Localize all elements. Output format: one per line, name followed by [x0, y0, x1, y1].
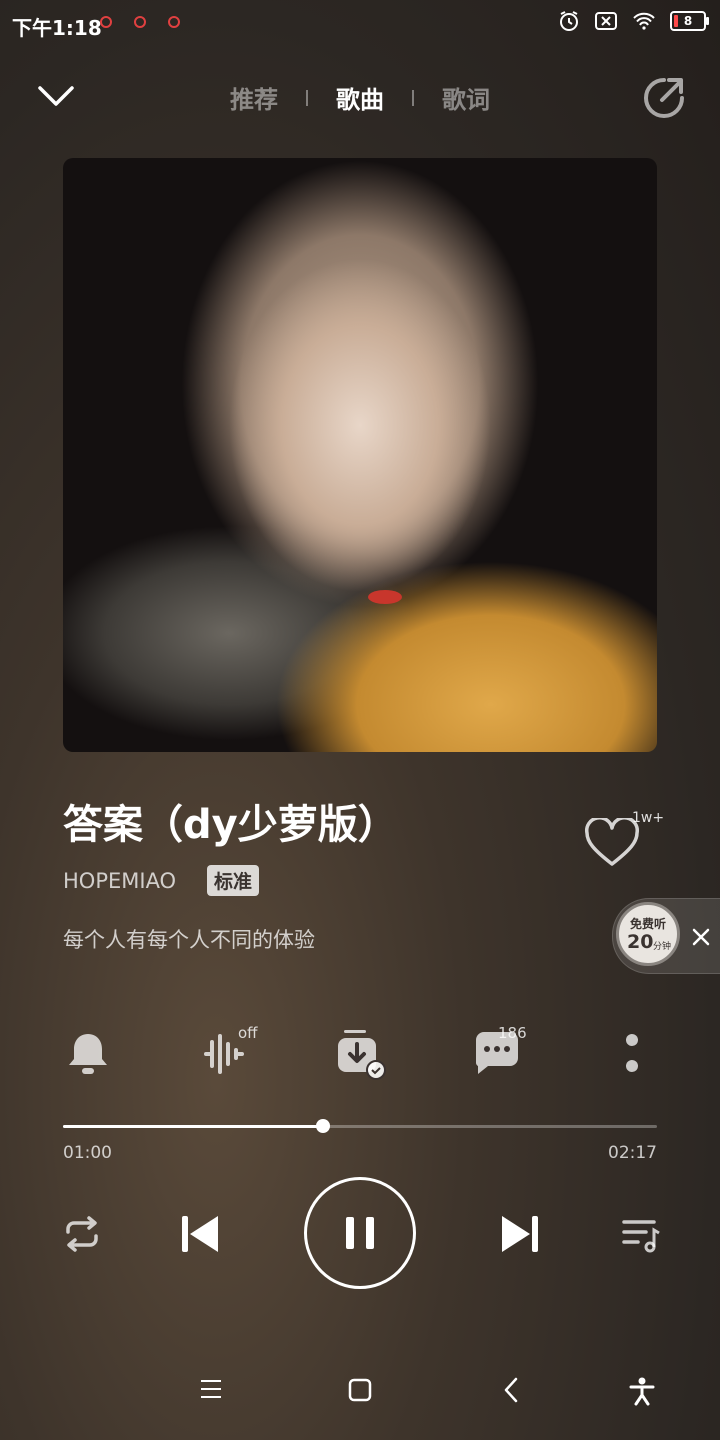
notification-icons	[100, 14, 180, 30]
like-count: 1w+	[632, 810, 665, 826]
share-icon[interactable]	[642, 76, 686, 120]
notification-icon	[168, 16, 180, 28]
sound-effects-badge: off	[238, 1024, 258, 1042]
tab-recommend[interactable]: 推荐	[230, 80, 278, 115]
quality-badge[interactable]: 标准	[207, 865, 260, 896]
download-icon[interactable]	[334, 1028, 386, 1080]
song-title: 答案（dy少萝版）	[63, 802, 398, 848]
free-listen-unit: 分钟	[653, 942, 672, 952]
home-icon[interactable]	[346, 1376, 374, 1404]
status-time: 下午1:18	[12, 16, 102, 40]
status-icons: 8	[558, 10, 709, 32]
header-tabs: 推荐 歌曲 歌词	[0, 80, 720, 115]
progress-fill	[63, 1125, 323, 1128]
wifi-icon	[633, 12, 655, 30]
alarm-icon	[560, 11, 578, 31]
pause-icon	[346, 1217, 374, 1249]
tab-song[interactable]: 歌曲	[336, 80, 384, 115]
tab-divider	[412, 89, 414, 106]
close-icon[interactable]	[692, 928, 710, 946]
playlist-icon[interactable]	[620, 1214, 662, 1254]
notification-icon	[100, 16, 112, 28]
song-description: 每个人有每个人不同的体验	[63, 928, 315, 952]
tab-lyrics[interactable]: 歌词	[442, 80, 490, 115]
notification-icon	[134, 16, 146, 28]
ringtone-bell-icon[interactable]	[66, 1030, 110, 1078]
next-track-icon[interactable]	[498, 1212, 542, 1256]
current-time: 01:00	[63, 1143, 112, 1163]
back-icon[interactable]	[500, 1376, 522, 1404]
tab-divider	[306, 89, 308, 106]
more-icon[interactable]	[622, 1032, 642, 1076]
artist-name[interactable]: HOPEMIAO	[63, 869, 176, 893]
menu-icon[interactable]	[198, 1376, 224, 1402]
comments-count: 186	[498, 1024, 527, 1042]
free-listen-badge[interactable]: 免费听 20 分钟	[616, 902, 680, 966]
total-time: 02:17	[608, 1143, 657, 1163]
free-listen-minutes: 20	[627, 931, 654, 953]
progress-thumb[interactable]	[316, 1119, 330, 1133]
free-listen-label: 免费听	[629, 917, 666, 931]
sim-off-icon	[595, 12, 617, 30]
repeat-icon[interactable]	[62, 1214, 102, 1254]
album-art	[63, 158, 657, 752]
pause-button[interactable]	[304, 1177, 416, 1289]
accessibility-icon[interactable]	[628, 1376, 656, 1406]
battery-icon: 8	[670, 11, 709, 31]
previous-track-icon[interactable]	[178, 1212, 222, 1256]
album-art-detail	[368, 590, 402, 604]
